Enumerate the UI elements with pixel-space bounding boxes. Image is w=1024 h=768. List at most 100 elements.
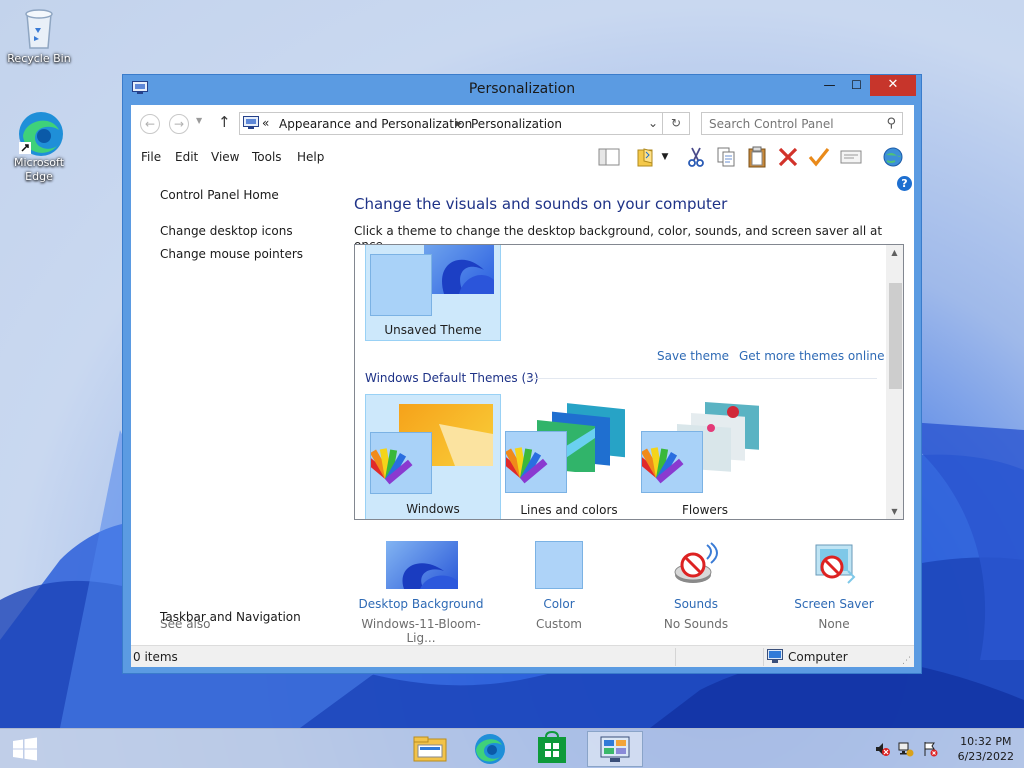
address-bar[interactable]: « Appearance and Personalization ▶ Perso… [239,112,663,135]
save-theme-link[interactable]: Save theme [657,349,729,363]
resize-grip-icon[interactable]: ⋰ [902,656,911,666]
close-button[interactable]: ✕ [870,75,916,96]
search-input[interactable] [702,113,877,134]
desktop-icon-label: Recycle Bin [7,52,71,65]
copy-icon[interactable] [714,146,738,168]
forward-arrow-icon: → [173,117,185,131]
taskbar-store[interactable] [524,730,580,767]
menu-tools[interactable]: Tools [252,150,282,164]
clock-time: 10:32 PM [960,735,1012,748]
location-label: Computer [788,650,848,664]
up-button[interactable]: ↑ [218,113,231,131]
back-button[interactable]: ← [140,114,160,134]
breadcrumb-overflow[interactable]: « [262,116,269,130]
theme-name: Windows [406,502,460,516]
taskbar-navigation-link[interactable]: Taskbar and Navigation [160,610,301,624]
paste-icon[interactable] [745,146,769,168]
breadcrumb-appearance[interactable]: Appearance and Personalization [279,117,472,131]
taskbar-clock[interactable]: 10:32 PM 6/23/2022 [958,734,1014,764]
control-panel-icon [243,116,259,133]
scrollbar-thumb[interactable] [889,283,902,389]
scroll-down-icon[interactable]: ▼ [886,507,903,516]
theme-wallpaper-thumbnail [424,245,494,294]
network-icon[interactable] [898,741,914,757]
scroll-up-icon[interactable]: ▲ [886,248,903,257]
setting-value: Custom [536,617,582,631]
menu-file[interactable]: File [141,150,161,164]
menu-bar: File Edit View Tools Help ▼ ? [131,143,914,191]
themes-scrollbar[interactable]: ▲ ▼ [886,245,903,519]
screen-saver-icon [810,541,860,591]
setting-label[interactable]: Sounds [626,597,766,611]
folder-options-icon[interactable] [634,146,658,168]
control-panel-icon [600,736,630,762]
help-icon[interactable]: ? [897,176,912,191]
search-icon[interactable]: ⚲ [886,116,896,131]
theme-lines-and-colors[interactable]: Lines and colors [497,394,637,519]
menu-edit[interactable]: Edit [175,150,198,164]
maximize-button[interactable]: ☐ [843,75,870,96]
store-icon [538,730,566,763]
menu-view[interactable]: View [211,150,239,164]
color-fan-icon [497,447,548,484]
status-divider [763,648,764,666]
layout-pane-icon[interactable] [597,146,621,168]
item-count: 0 items [133,650,178,664]
taskbar-file-explorer[interactable] [402,731,458,767]
setting-value: No Sounds [663,617,729,631]
search-box[interactable]: ⚲ [701,112,903,135]
change-desktop-icons-link[interactable]: Change desktop icons [160,224,293,238]
back-arrow-icon: ← [144,117,156,131]
control-panel-home-link[interactable]: Control Panel Home [160,188,279,202]
chevron-down-icon: ▼ [196,116,203,125]
color-fan-icon [633,447,684,484]
title-bar[interactable]: Personalization — ☐ ✕ [123,75,921,105]
globe-icon[interactable] [881,146,905,168]
delete-icon[interactable] [776,146,800,168]
color-swatch [497,431,567,493]
theme-flowers[interactable]: Flowers [633,394,773,519]
windows-logo-icon [13,737,37,761]
recycle-bin-icon [17,6,61,50]
page-title: Change the visuals and sounds on your co… [354,195,728,213]
theme-windows[interactable]: Windows [362,394,501,519]
volume-muted-icon[interactable] [874,741,890,757]
recent-locations-button[interactable]: ▼ [196,116,202,125]
setting-label[interactable]: Screen Saver [764,597,904,611]
theme-unsaved[interactable]: Unsaved Theme [365,245,501,341]
taskbar: 10:32 PM 6/23/2022 [0,728,1024,768]
menu-help[interactable]: Help [297,150,324,164]
breadcrumb-separator-icon[interactable]: ▶ [455,119,462,129]
cut-icon[interactable] [684,146,708,168]
theme-name: Lines and colors [520,503,618,517]
action-center-icon[interactable] [922,741,938,757]
desktop-background-icon [386,541,458,589]
taskbar-control-panel[interactable] [587,731,643,767]
breadcrumb-personalization[interactable]: Personalization [471,117,562,131]
color-swatch [362,432,432,494]
taskbar-edge[interactable] [462,731,518,767]
computer-icon [767,649,783,667]
setting-label[interactable]: Color [489,597,629,611]
desktop-icon-edge[interactable]: Microsoft Edge [1,110,77,184]
minimize-button[interactable]: — [816,75,843,96]
file-explorer-icon [413,736,447,762]
setting-value: None [818,617,850,631]
start-button[interactable] [0,729,50,768]
checkmark-icon[interactable] [807,146,831,168]
default-themes-header: Windows Default Themes (3) [365,371,539,385]
edge-icon [475,734,505,764]
setting-label[interactable]: Desktop Background [351,597,491,611]
properties-icon[interactable] [839,146,863,168]
forward-button[interactable]: → [169,114,189,134]
themes-list: Unsaved Theme Save theme Get more themes… [354,244,904,520]
change-mouse-pointers-link[interactable]: Change mouse pointers [160,247,303,261]
address-dropdown-icon[interactable]: ⌄ [648,116,658,130]
views-dropdown-icon[interactable]: ▼ [658,146,672,168]
refresh-button[interactable]: ↻ [663,112,690,135]
desktop-icon-recycle-bin[interactable]: Recycle Bin [1,6,77,66]
color-swatch [370,254,432,316]
get-more-themes-link[interactable]: Get more themes online [739,349,885,363]
desktop-icon-label: Microsoft Edge [13,156,65,183]
theme-name: Unsaved Theme [384,323,482,337]
